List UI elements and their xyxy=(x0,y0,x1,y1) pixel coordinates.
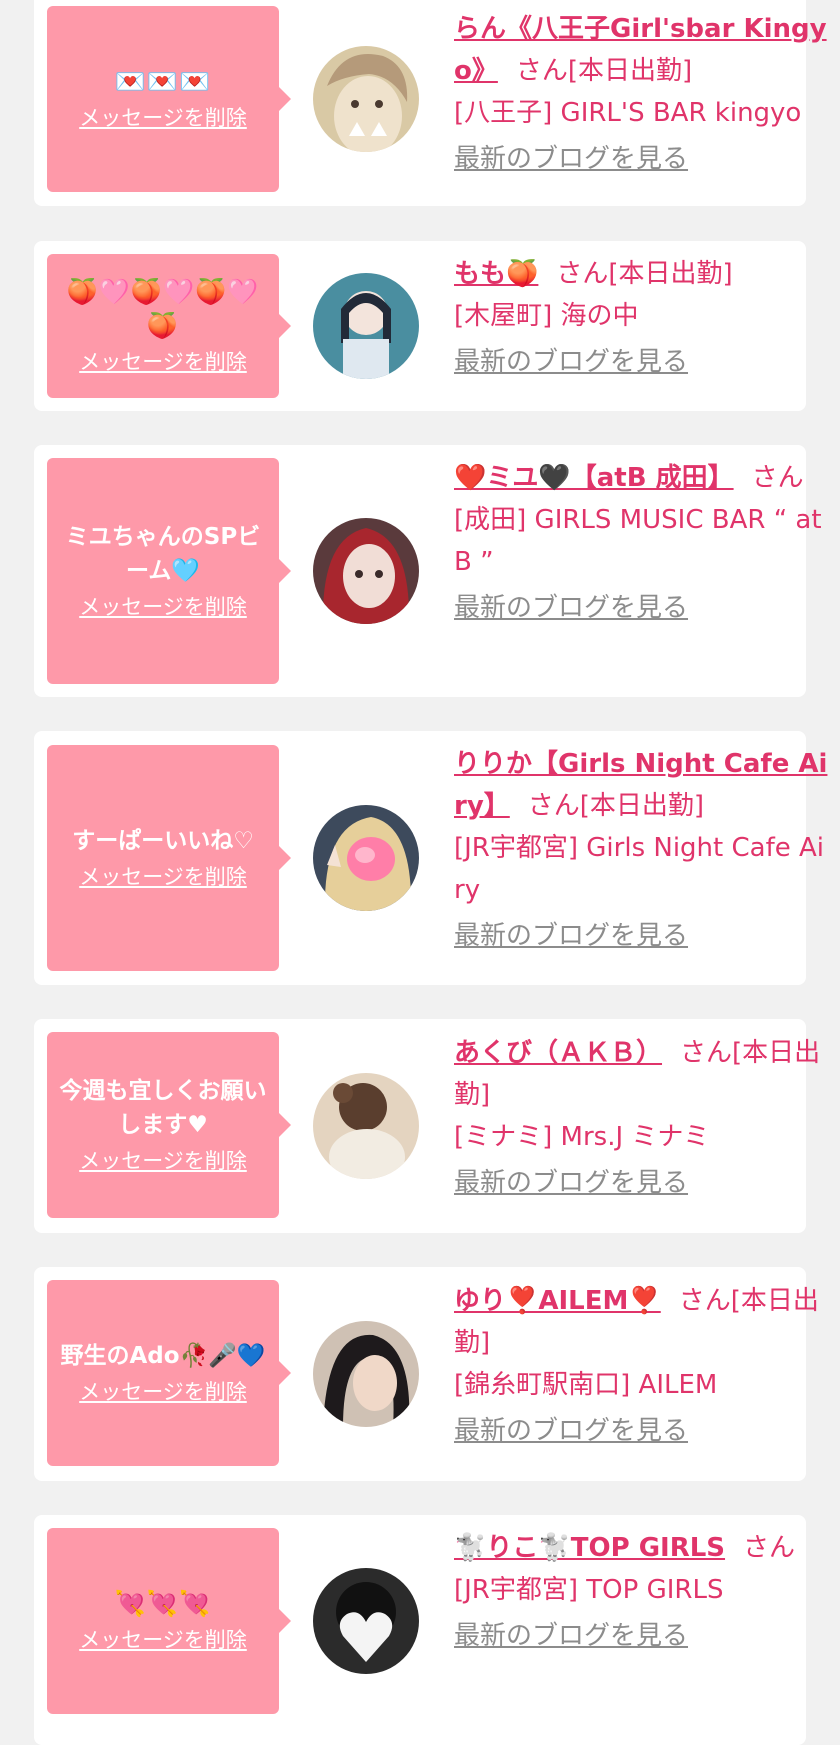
shop-name: [JR宇都宮] Girls Night Cafe Airy xyxy=(454,833,825,905)
message-text: すーぱーいいね♡ xyxy=(72,828,254,854)
message-bubble: 今週も宜しくお願いします♥ メッセージを削除 xyxy=(47,1032,291,1218)
girl-name-link[interactable]: ゆり❣️AILEM❣️ xyxy=(454,1286,661,1316)
message-card: 野生のAdo🥀🎤💙 メッセージを削除 ゆり❣️AILEM❣️ さん[本日出勤] [… xyxy=(34,1267,819,1481)
avatar[interactable] xyxy=(313,1568,419,1674)
message-card: ミユちゃんのSPビーム🩵 メッセージを削除 ❤️ミユ🖤【atB 成田】 さん [成… xyxy=(34,445,822,697)
girl-info: りりか【Girls Night Cafe Airy】 さん[本日出勤] [JR宇都… xyxy=(454,743,829,957)
avatar[interactable] xyxy=(313,46,419,152)
shop-name: [JR宇都宮] TOP GIRLS xyxy=(454,1575,724,1605)
message-card: すーぱーいいね♡ メッセージを削除 りりか【Girls Night Cafe A… xyxy=(34,731,827,985)
delete-message-link[interactable]: メッセージを削除 xyxy=(79,347,247,377)
message-bubble: 野生のAdo🥀🎤💙 メッセージを削除 xyxy=(47,1280,291,1466)
message-text: 💘💘💘 xyxy=(114,1589,212,1618)
latest-blog-link[interactable]: 最新のブログを見る xyxy=(454,915,829,957)
message-card: 今週も宜しくお願いします♥ メッセージを削除 あくび（ＡＫＢ） さん[本日出勤] … xyxy=(34,1019,820,1233)
girl-status: さん[本日出勤] xyxy=(556,259,733,289)
message-card: 🍑🩷🍑🩷🍑🩷🍑 メッセージを削除 もも🍑 さん[本日出勤] [木屋町] 海の中 最… xyxy=(34,241,806,411)
latest-blog-link[interactable]: 最新のブログを見る xyxy=(454,1410,829,1452)
shop-name: [ミナミ] Mrs.J ミナミ xyxy=(454,1122,710,1152)
shop-name: [木屋町] 海の中 xyxy=(454,301,639,331)
girl-info: あくび（ＡＫＢ） さん[本日出勤] [ミナミ] Mrs.J ミナミ 最新のブログを… xyxy=(454,1032,829,1204)
message-text: 💌💌💌 xyxy=(114,67,212,96)
girl-status: さん xyxy=(743,1533,796,1563)
girl-name-link[interactable]: あくび（ＡＫＢ） xyxy=(454,1038,662,1068)
girl-name-link[interactable]: ❤️ミユ🖤【atB 成田】 xyxy=(454,463,734,493)
latest-blog-link[interactable]: 最新のブログを見る xyxy=(454,1615,829,1657)
girl-status: さん[本日出勤] xyxy=(527,791,705,821)
girl-name-link[interactable]: 🐩りこ🐩TOP GIRLS xyxy=(454,1533,725,1563)
latest-blog-link[interactable]: 最新のブログを見る xyxy=(454,1162,829,1204)
shop-name: [成田] GIRLS MUSIC BAR “ at B ” xyxy=(454,505,822,577)
girl-info: もも🍑 さん[本日出勤] [木屋町] 海の中 最新のブログを見る xyxy=(454,253,829,383)
avatar[interactable] xyxy=(313,1073,419,1179)
girl-info: 🐩りこ🐩TOP GIRLS さん [JR宇都宮] TOP GIRLS 最新のブログ… xyxy=(454,1527,829,1657)
message-bubble: 🍑🩷🍑🩷🍑🩷🍑 メッセージを削除 xyxy=(47,254,291,398)
latest-blog-link[interactable]: 最新のブログを見る xyxy=(454,587,829,629)
message-bubble: 💌💌💌 メッセージを削除 xyxy=(47,6,291,192)
avatar[interactable] xyxy=(313,518,419,624)
rose-mic-heart-icons: 🥀🎤💙 xyxy=(179,1343,266,1369)
girl-info: ゆり❣️AILEM❣️ さん[本日出勤] [錦糸町駅南口] AILEM 最新のブロ… xyxy=(454,1280,829,1452)
girl-name-link[interactable]: もも🍑 xyxy=(454,259,538,289)
girl-info: ❤️ミユ🖤【atB 成田】 さん [成田] GIRLS MUSIC BAR “ a… xyxy=(454,457,829,629)
avatar[interactable] xyxy=(313,1321,419,1427)
girl-info: らん《八王子Girl'sbar Kingyo》 さん[本日出勤] [八王子] GI… xyxy=(454,8,829,180)
girl-status: さん xyxy=(751,463,804,493)
latest-blog-link[interactable]: 最新のブログを見る xyxy=(454,138,829,180)
message-card: 💘💘💘 メッセージを削除 🐩りこ🐩TOP GIRLS さん [JR宇都宮] TOP… xyxy=(34,1515,806,1745)
peach-icon: 🍑 xyxy=(506,259,539,289)
message-bubble: 💘💘💘 メッセージを削除 xyxy=(47,1528,291,1714)
latest-blog-link[interactable]: 最新のブログを見る xyxy=(454,341,829,383)
light-blue-heart-icon: 🩵 xyxy=(171,558,200,584)
delete-message-link[interactable]: メッセージを削除 xyxy=(79,1146,247,1176)
message-bubble: ミユちゃんのSPビーム🩵 メッセージを削除 xyxy=(47,458,291,684)
delete-message-link[interactable]: メッセージを削除 xyxy=(79,862,247,892)
delete-message-link[interactable]: メッセージを削除 xyxy=(79,103,247,133)
message-text: 今週も宜しくお願いします♥ xyxy=(59,1078,267,1138)
avatar[interactable] xyxy=(313,273,419,379)
delete-message-link[interactable]: メッセージを削除 xyxy=(79,592,247,622)
delete-message-link[interactable]: メッセージを削除 xyxy=(79,1377,247,1407)
message-card: 💌💌💌 メッセージを削除 らん《八王子Girl'sbar Kingyo》 さん[本… xyxy=(34,0,827,206)
girl-status: さん[本日出勤] xyxy=(515,56,693,86)
delete-message-link[interactable]: メッセージを削除 xyxy=(79,1625,247,1655)
message-text: ミユちゃんのSPビーム🩵 xyxy=(65,524,261,584)
shop-name: [八王子] GIRL'S BAR kingyo xyxy=(454,98,802,128)
avatar[interactable] xyxy=(313,805,419,911)
message-text: 🍑🩷🍑🩷🍑🩷🍑 xyxy=(66,277,260,340)
message-text: 野生のAdo🥀🎤💙 xyxy=(60,1343,266,1369)
shop-name: [錦糸町駅南口] AILEM xyxy=(454,1370,718,1400)
message-bubble: すーぱーいいね♡ メッセージを削除 xyxy=(47,745,291,971)
